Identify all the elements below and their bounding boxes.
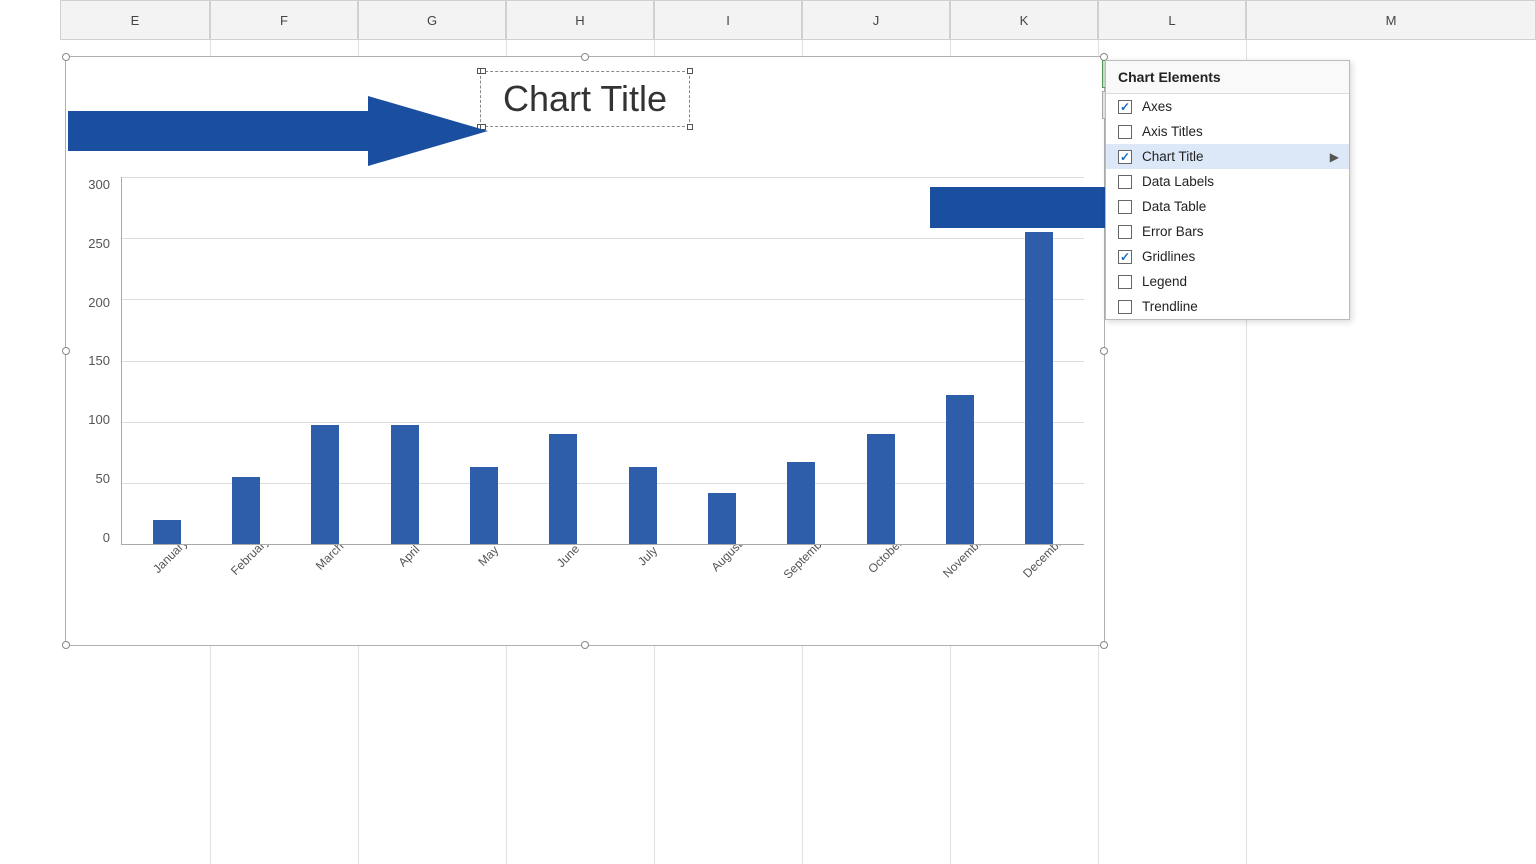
chart-title-text[interactable]: Chart Title	[480, 71, 690, 127]
bar-august	[708, 493, 736, 544]
col-header-L[interactable]: L	[1098, 0, 1246, 40]
month-label-february: February	[205, 545, 284, 645]
checkmark: ✓	[1120, 150, 1130, 164]
month-label-october: October	[841, 545, 920, 645]
title-handle-tc[interactable]	[480, 68, 486, 74]
panel-item-gridlines[interactable]: ✓ Gridlines	[1106, 244, 1349, 269]
month-label-december: December	[1000, 545, 1079, 645]
y-label-100: 100	[71, 412, 116, 427]
panel-item-label: Legend	[1142, 274, 1337, 289]
panel-item-label: Data Labels	[1142, 174, 1337, 189]
checkbox-axis-titles[interactable]	[1118, 125, 1132, 139]
bar-march	[311, 425, 339, 544]
month-label-july: July	[603, 545, 682, 645]
panel-item-label: Axes	[1142, 99, 1337, 114]
arrow-to-chart-title	[68, 96, 488, 171]
panel-item-legend[interactable]: Legend	[1106, 269, 1349, 294]
panel-item-trendline[interactable]: Trendline	[1106, 294, 1349, 319]
y-label-50: 50	[71, 471, 116, 486]
bar-may	[470, 467, 498, 544]
bar-november	[946, 395, 974, 544]
panel-item-label: Trendline	[1142, 299, 1337, 314]
month-label-august: August	[682, 545, 761, 645]
title-handle-br[interactable]	[687, 124, 693, 130]
month-label-march: March	[285, 545, 364, 645]
panel-item-error-bars[interactable]: Error Bars	[1106, 219, 1349, 244]
y-label-300: 300	[71, 177, 116, 192]
chart-title-wrapper[interactable]: Chart Title	[480, 71, 690, 127]
col-header-G[interactable]: G	[358, 0, 506, 40]
col-header-F[interactable]: F	[210, 0, 358, 40]
checkmark: ✓	[1120, 100, 1130, 114]
month-label-june: June	[523, 545, 602, 645]
panel-item-axis-titles[interactable]: Axis Titles	[1106, 119, 1349, 144]
checkbox-legend[interactable]	[1118, 275, 1132, 289]
checkbox-gridlines[interactable]: ✓	[1118, 250, 1132, 264]
month-label-september: September	[761, 545, 840, 645]
bar-january	[153, 520, 181, 544]
col-header-I[interactable]: I	[654, 0, 802, 40]
col-header-H[interactable]: H	[506, 0, 654, 40]
y-label-200: 200	[71, 295, 116, 310]
checkbox-error-bars[interactable]	[1118, 225, 1132, 239]
bar-february	[232, 477, 260, 544]
panel-item-label: Data Table	[1142, 199, 1337, 214]
handle-tc[interactable]	[581, 53, 589, 61]
month-labels: JanuaryFebruaryMarchAprilMayJuneJulyAugu…	[121, 545, 1084, 645]
spreadsheet-grid: E F G H I J K L M	[0, 0, 1536, 864]
panel-items-container: ✓ Axes Axis Titles ✓ Chart Title▶ Data Labels…	[1106, 94, 1349, 319]
bar-april	[391, 425, 419, 544]
column-headers: E F G H I J K L M	[60, 0, 1536, 40]
month-label-november: November	[920, 545, 999, 645]
y-label-150: 150	[71, 353, 116, 368]
bar-june	[549, 434, 577, 544]
month-label-may: May	[444, 545, 523, 645]
col-header-J[interactable]: J	[802, 0, 950, 40]
panel-header: Chart Elements	[1106, 61, 1349, 94]
submenu-arrow-icon: ▶	[1330, 150, 1339, 164]
panel-item-label: Gridlines	[1142, 249, 1337, 264]
title-handle-tr[interactable]	[687, 68, 693, 74]
checkbox-chart-title[interactable]: ✓	[1118, 150, 1132, 164]
bar-december	[1025, 232, 1053, 544]
bar-october	[867, 434, 895, 544]
handle-tl[interactable]	[62, 53, 70, 61]
y-label-250: 250	[71, 236, 116, 251]
bar-september	[787, 462, 815, 544]
panel-item-label: Chart Title	[1142, 149, 1337, 164]
col-header-E[interactable]: E	[60, 0, 210, 40]
panel-item-chart-title[interactable]: ✓ Chart Title▶	[1106, 144, 1349, 169]
col-header-M[interactable]: M	[1246, 0, 1536, 40]
y-axis: 0 50 100 150 200 250 300	[71, 177, 116, 545]
month-label-april: April	[364, 545, 443, 645]
y-label-0: 0	[71, 530, 116, 545]
checkmark: ✓	[1120, 250, 1130, 264]
checkbox-trendline[interactable]	[1118, 300, 1132, 314]
checkbox-axes[interactable]: ✓	[1118, 100, 1132, 114]
chart-elements-panel: Chart Elements ✓ Axes Axis Titles ✓ Chart Ti…	[1105, 60, 1350, 320]
plot-container: 0 50 100 150 200 250 300	[66, 177, 1104, 645]
checkbox-data-labels[interactable]	[1118, 175, 1132, 189]
panel-item-axes[interactable]: ✓ Axes	[1106, 94, 1349, 119]
row-headers	[0, 40, 60, 864]
month-label-january: January	[126, 545, 205, 645]
panel-item-label: Axis Titles	[1142, 124, 1337, 139]
panel-item-label: Error Bars	[1142, 224, 1337, 239]
arrow-svg-left	[68, 96, 488, 166]
panel-item-data-labels[interactable]: Data Labels	[1106, 169, 1349, 194]
panel-item-data-table[interactable]: Data Table	[1106, 194, 1349, 219]
bar-july	[629, 467, 657, 544]
col-header-K[interactable]: K	[950, 0, 1098, 40]
checkbox-data-table[interactable]	[1118, 200, 1132, 214]
